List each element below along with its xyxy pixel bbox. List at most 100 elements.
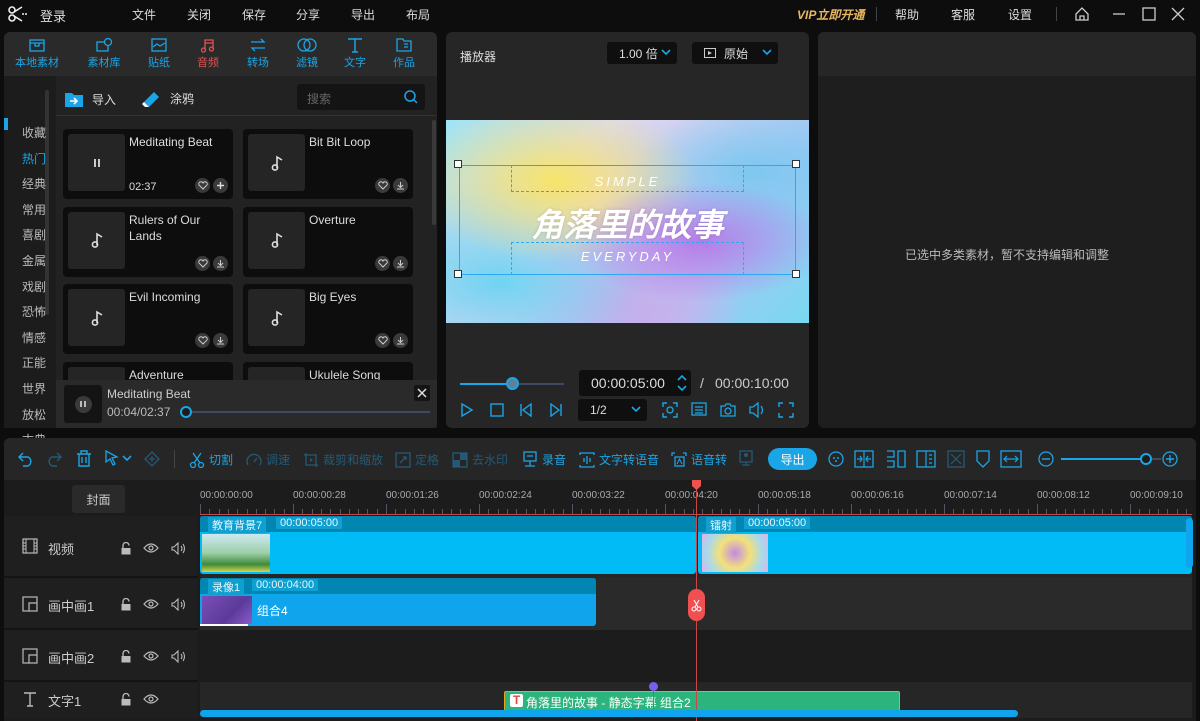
resize-handle[interactable] [792,160,800,168]
time-stepper-icon[interactable] [677,373,687,393]
video-clip[interactable]: 教育背景7 00:00:05:00 [200,516,696,574]
subtitle-icon[interactable] [691,402,707,418]
category-item[interactable]: 常用 [22,201,46,218]
speed-select[interactable]: 1.00 倍 [607,42,677,64]
select-tool[interactable] [105,450,132,466]
video-preview[interactable]: SIMPLE 角落里的故事 EVERYDAY [446,120,809,323]
speaker-icon[interactable] [171,598,187,611]
music-note-icon[interactable] [68,211,125,269]
vip-button[interactable]: VIP立即开通 [797,6,864,23]
favorite-icon[interactable] [375,178,390,193]
download-icon[interactable] [393,333,408,348]
merge-icon[interactable] [854,450,874,468]
eye-icon[interactable] [143,693,159,705]
delete-icon[interactable] [76,450,92,467]
category-item[interactable]: 经典 [22,175,46,192]
trim-icon[interactable] [947,450,965,468]
audio-card[interactable]: Overture [243,206,413,277]
vertical-scrollbar[interactable] [1186,518,1193,568]
category-item[interactable]: 戏剧 [22,278,46,295]
favorite-icon[interactable] [375,255,390,271]
download-icon[interactable] [213,333,228,348]
category-item[interactable]: 情感 [22,329,46,346]
watermark-button[interactable]: 去水印 [452,451,508,468]
eye-icon[interactable] [143,598,159,610]
cut-button[interactable]: 切割 [189,451,233,468]
progress-handle[interactable] [180,406,193,418]
category-item[interactable]: 金属 [22,252,46,269]
horizontal-scrollbar[interactable] [200,710,1018,717]
close-icon[interactable] [1170,6,1186,22]
now-playing-progress[interactable] [180,406,430,418]
video-clip[interactable]: 镭射 00:00:05:00 [698,516,1192,574]
split-right-icon[interactable] [916,450,936,468]
split-at-playhead-button[interactable] [688,589,705,621]
menu-layout[interactable]: 布局 [406,6,430,23]
category-item[interactable]: 收藏 [22,124,46,141]
audio-card[interactable]: Bit Bit Loop [243,129,413,199]
help-button[interactable]: 帮助 [895,6,919,23]
crop-zoom-button[interactable]: 裁剪和缩放 [303,451,383,468]
fullscreen-icon[interactable] [778,402,794,418]
download-icon[interactable] [393,178,408,193]
category-item[interactable]: 恐怖 [22,303,46,320]
zoom-in-icon[interactable] [1162,451,1178,467]
lock-icon[interactable] [120,693,132,706]
favorite-icon[interactable] [195,333,210,348]
settings-button[interactable]: 设置 [1008,6,1032,23]
tab-text[interactable]: 文字 [331,36,379,70]
add-icon[interactable] [213,178,228,193]
login-button[interactable]: 登录 [40,6,66,25]
lock-icon[interactable] [120,542,132,555]
eye-icon[interactable] [143,542,159,554]
marker-icon[interactable] [144,451,160,467]
minimize-icon[interactable] [1111,6,1127,22]
audio-card[interactable]: Evil Incoming [63,284,233,354]
music-note-icon[interactable] [68,289,125,346]
freeze-button[interactable]: 定格 [395,451,439,468]
audio-card[interactable]: Meditating Beat 02:37 [63,129,233,199]
next-frame-icon[interactable] [549,403,563,417]
category-item[interactable]: 世界 [22,380,46,397]
zoom-out-icon[interactable] [1038,451,1054,467]
music-note-icon[interactable] [248,289,305,346]
now-playing-pause-button[interactable] [64,385,102,423]
shield-icon[interactable] [975,450,991,468]
audio-card[interactable]: Big Eyes [243,284,413,354]
music-note-icon[interactable] [248,134,305,191]
tab-works[interactable]: 作品 [380,36,428,70]
category-item[interactable]: 喜剧 [22,226,46,243]
pip-clip[interactable]: 录像1 00:00:04:00 组合4 [200,578,596,626]
tab-stickers[interactable]: 贴纸 [135,36,183,70]
previous-frame-icon[interactable] [519,403,533,417]
volume-handle[interactable] [506,377,519,390]
text-clip[interactable]: T 角落里的故事 - 静态字幕 组合2 [504,691,900,711]
speed-button[interactable]: 调速 [246,451,290,468]
menu-save[interactable]: 保存 [242,6,266,23]
home-icon[interactable] [1074,6,1090,22]
search-icon[interactable] [403,89,419,105]
stop-icon[interactable] [490,403,504,417]
play-icon[interactable] [460,403,474,417]
stt-button[interactable]: 语音转 [671,451,727,468]
presenter-icon[interactable] [738,450,754,467]
tts-button[interactable]: 文字转语音 [579,451,659,468]
split-left-icon[interactable] [886,450,906,468]
tab-audio[interactable]: 音频 [184,36,232,70]
redo-icon[interactable] [46,451,62,467]
favorite-icon[interactable] [195,178,210,193]
menu-share[interactable]: 分享 [296,6,320,23]
menu-close[interactable]: 关闭 [187,6,211,23]
smiley-icon[interactable] [828,451,844,467]
category-item[interactable]: 放松 [22,406,46,423]
download-icon[interactable] [213,255,228,271]
zoom-handle[interactable] [1140,453,1152,465]
menu-file[interactable]: 文件 [132,6,156,23]
close-player-button[interactable] [414,385,430,401]
category-item[interactable]: 正能 [22,354,46,371]
resize-handle[interactable] [454,160,462,168]
music-note-icon[interactable] [248,211,305,269]
search-input[interactable]: 搜索 [297,84,425,110]
maximize-icon[interactable] [1141,6,1157,22]
export-button[interactable]: 导出 [768,448,817,470]
